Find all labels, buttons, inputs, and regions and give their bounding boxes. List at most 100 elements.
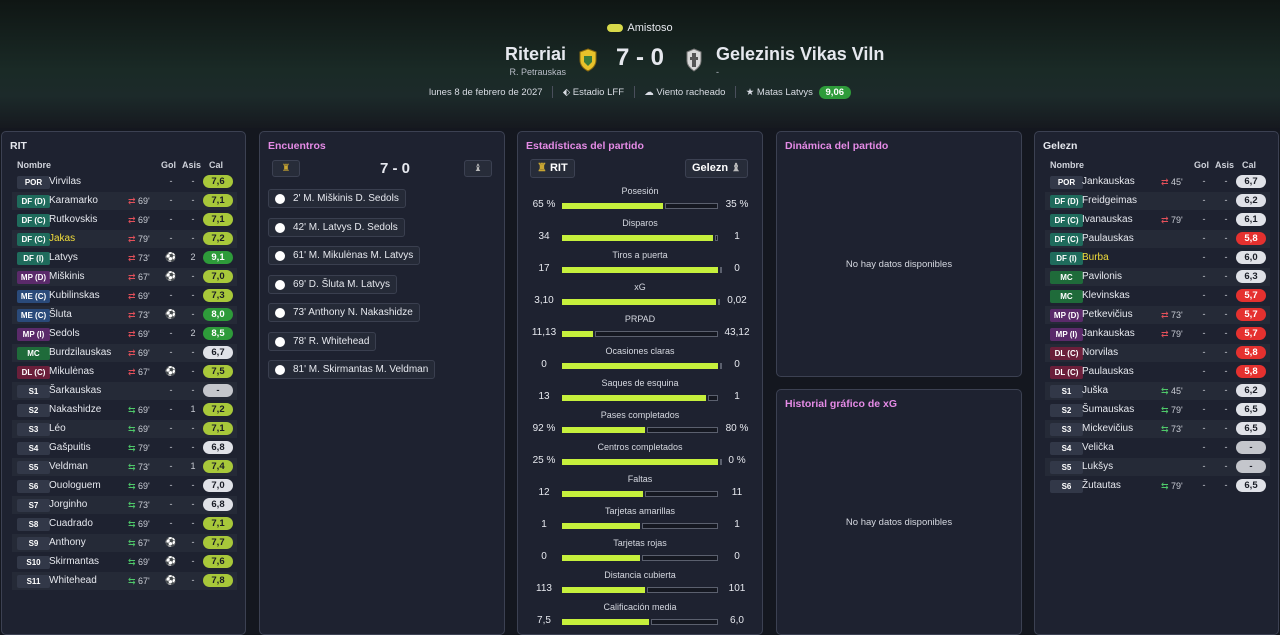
player-row[interactable]: DF (C) Ivanauskas ⇄ 79' - -6,1 xyxy=(1045,211,1270,229)
player-name[interactable]: Šarkauskas xyxy=(49,385,101,396)
player-row[interactable]: MP (I) Sedols ⇄ 69' - 2 8,5 xyxy=(12,325,237,343)
player-row[interactable]: S3 Mickevičius ⇆ 73' - -6,5 xyxy=(1045,420,1270,438)
player-name[interactable]: Klevinskas xyxy=(1082,290,1130,301)
player-row[interactable]: ME (C) Šluta ⇄ 73' ⚽ -8,0 xyxy=(12,306,237,324)
player-row[interactable]: S4 Velička - - - xyxy=(1045,439,1270,457)
player-row[interactable]: DF (C) Jakas ⇄ 79' - -7,2 xyxy=(12,230,237,248)
player-name[interactable]: Freidgeimas xyxy=(1082,195,1137,206)
goal-event[interactable]: 81' M. Skirmantas M. Veldman xyxy=(268,360,436,379)
sub-out-icon: ⇄ xyxy=(1161,215,1172,225)
player-row[interactable]: MC Klevinskas - -5,7 xyxy=(1045,287,1270,305)
man-of-the-match[interactable]: ★ Matas Latvys 9,06 xyxy=(746,86,852,99)
player-name[interactable]: Paulauskas xyxy=(1082,233,1134,244)
player-name[interactable]: Sedols xyxy=(49,328,80,339)
player-name[interactable]: Ivanauskas xyxy=(1082,214,1133,225)
stat-home-value: 113 xyxy=(536,583,552,594)
player-row[interactable]: MP (D) Petkevičius ⇄ 73' - -5,7 xyxy=(1045,306,1270,324)
player-row[interactable]: S1 Šarkauskas - - - xyxy=(12,382,237,400)
home-crest-icon[interactable] xyxy=(578,48,598,72)
player-row[interactable]: S11 Whitehead ⇆ 67' ⚽ -7,8 xyxy=(12,572,237,590)
player-row[interactable]: S10 Skirmantas ⇆ 69' ⚽ -7,6 xyxy=(12,553,237,571)
goal-event[interactable]: 2' M. Miškinis D. Sedols xyxy=(268,189,406,208)
player-name[interactable]: Žutautas xyxy=(1082,480,1121,491)
player-row[interactable]: S5 Lukšys - - - xyxy=(1045,458,1270,476)
goal-event[interactable]: 61' M. Mikulėnas M. Latvys xyxy=(268,246,421,265)
goal-event[interactable]: 42' M. Latvys D. Sedols xyxy=(268,217,405,237)
player-row[interactable]: DF (C) Rutkovskis ⇄ 69' - -7,1 xyxy=(12,211,237,229)
player-name[interactable]: Burba xyxy=(1082,252,1109,263)
player-name[interactable]: Léo xyxy=(49,423,66,434)
away-crest-icon[interactable] xyxy=(684,48,704,72)
player-row[interactable]: DF (C) Paulauskas - -5,8 xyxy=(1045,230,1270,248)
assists: - xyxy=(191,366,195,376)
player-name[interactable]: Jankauskas xyxy=(1082,176,1135,187)
player-name[interactable]: Norvilas xyxy=(1082,347,1118,358)
home-coach[interactable]: R. Petrauskas xyxy=(509,67,566,77)
player-name[interactable]: Lukšys xyxy=(1082,461,1113,472)
player-name[interactable]: Mikulėnas xyxy=(49,366,94,377)
away-team-name[interactable]: Gelezinis Vikas Viln xyxy=(716,44,884,65)
player-row[interactable]: POR Jankauskas ⇄ 45' - -6,7 xyxy=(1045,173,1270,191)
player-name[interactable]: Burdzilauskas xyxy=(49,347,111,358)
player-name[interactable]: Rutkovskis xyxy=(49,214,97,225)
player-row[interactable]: DL (C) Norvilas - -5,8 xyxy=(1045,344,1270,362)
goal-event[interactable]: 73' Anthony N. Nakashidze xyxy=(268,303,420,322)
player-name[interactable]: Cuadrado xyxy=(49,518,93,529)
player-row[interactable]: DF (I) Burba - -6,0 xyxy=(1045,249,1270,267)
player-row[interactable]: S8 Cuadrado ⇆ 69' - -7,1 xyxy=(12,515,237,533)
player-row[interactable]: S1 Juška ⇆ 45' - -6,2 xyxy=(1045,382,1270,400)
player-name[interactable]: Juška xyxy=(1082,385,1108,396)
player-row[interactable]: MP (I) Jankauskas ⇄ 79' - -5,7 xyxy=(1045,325,1270,343)
player-row[interactable]: S3 Léo ⇆ 69' - -7,1 xyxy=(12,420,237,438)
player-row[interactable]: DL (C) Mikulėnas ⇄ 67' ⚽ -7,5 xyxy=(12,363,237,381)
stadium-icon: ⬖ xyxy=(562,87,571,98)
player-row[interactable]: DL (C) Paulauskas - -5,8 xyxy=(1045,363,1270,381)
player-name[interactable]: Pavilonis xyxy=(1082,271,1122,282)
player-row[interactable]: S4 Gašpuitis ⇆ 79' - -6,8 xyxy=(12,439,237,457)
sub-in-icon: ⇆ xyxy=(128,462,139,472)
player-row[interactable]: S2 Nakashidze ⇆ 69' - 1 7,2 xyxy=(12,401,237,419)
sub-minute: 67' xyxy=(138,538,150,548)
player-row[interactable]: DF (I) Latvys ⇄ 73' ⚽ 2 9,1 xyxy=(12,249,237,267)
player-name[interactable]: Latvys xyxy=(49,252,78,263)
goal-event[interactable]: 69' D. Šluta M. Latvys xyxy=(268,274,397,294)
player-name[interactable]: Skirmantas xyxy=(49,556,99,567)
player-name[interactable]: Nakashidze xyxy=(49,404,101,415)
player-row[interactable]: S5 Veldman ⇆ 73' - 1 7,4 xyxy=(12,458,237,476)
weather: ☁ Viento racheado xyxy=(644,87,726,98)
player-row[interactable]: POR Virvilas - -7,6 xyxy=(12,173,237,191)
home-team-name[interactable]: Riteriai xyxy=(505,44,566,65)
player-row[interactable]: S2 Šumauskas ⇆ 79' - -6,5 xyxy=(1045,401,1270,419)
player-name[interactable]: Petkevičius xyxy=(1082,309,1133,320)
player-name[interactable]: Whitehead xyxy=(49,575,97,586)
player-row[interactable]: S6 Žutautas ⇆ 79' - -6,5 xyxy=(1045,477,1270,495)
player-name[interactable]: Virvilas xyxy=(49,176,81,187)
player-row[interactable]: MC Burdzilauskas ⇄ 69' - -6,7 xyxy=(12,344,237,362)
player-row[interactable]: ME (C) Kubilinskas ⇄ 69' - -7,3 xyxy=(12,287,237,305)
player-name[interactable]: Šumauskas xyxy=(1082,404,1134,415)
player-name[interactable]: Jorginho xyxy=(49,499,87,510)
player-name[interactable]: Kubilinskas xyxy=(49,290,100,301)
sub-in-icon: ⇆ xyxy=(128,576,139,586)
player-name[interactable]: Jakas xyxy=(49,233,75,244)
player-name[interactable]: Paulauskas xyxy=(1082,366,1134,377)
player-name[interactable]: Ouologuem xyxy=(49,480,101,491)
player-row[interactable]: S6 Ouologuem ⇆ 69' - -7,0 xyxy=(12,477,237,495)
sub-minute: 69' xyxy=(138,329,150,339)
player-row[interactable]: S9 Anthony ⇆ 67' ⚽ -7,7 xyxy=(12,534,237,552)
player-name[interactable]: Šluta xyxy=(49,309,72,320)
player-row[interactable]: S7 Jorginho ⇆ 73' - -6,8 xyxy=(12,496,237,514)
player-row[interactable]: DF (D) Freidgeimas - -6,2 xyxy=(1045,192,1270,210)
player-name[interactable]: Jankauskas xyxy=(1082,328,1135,339)
player-row[interactable]: MP (D) Miškinis ⇄ 67' ⚽ -7,0 xyxy=(12,268,237,286)
player-name[interactable]: Miškinis xyxy=(49,271,85,282)
player-name[interactable]: Velička xyxy=(1082,442,1114,453)
player-name[interactable]: Veldman xyxy=(49,461,88,472)
player-name[interactable]: Gašpuitis xyxy=(49,442,91,453)
player-row[interactable]: DF (D) Karamarko ⇄ 69' - -7,1 xyxy=(12,192,237,210)
goal-event[interactable]: 78' R. Whitehead xyxy=(268,331,377,351)
player-name[interactable]: Anthony xyxy=(49,537,86,548)
player-name[interactable]: Karamarko xyxy=(49,195,98,206)
player-name[interactable]: Mickevičius xyxy=(1082,423,1133,434)
player-row[interactable]: MC Pavilonis - -6,3 xyxy=(1045,268,1270,286)
